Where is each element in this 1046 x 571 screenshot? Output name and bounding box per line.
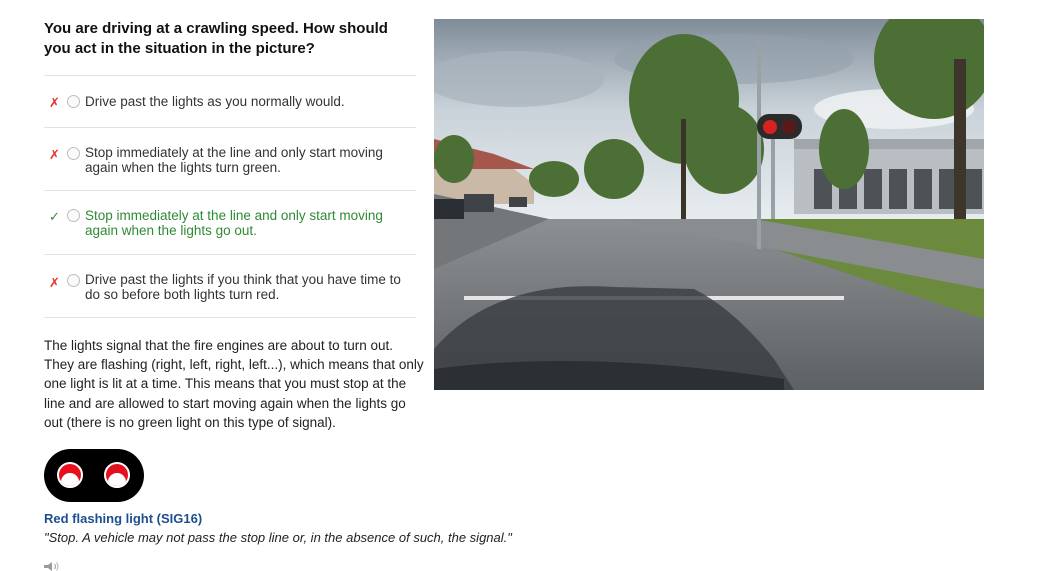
signal-lamp-right [104, 462, 130, 488]
cross-icon: ✗ [49, 275, 60, 290]
answer-option-1[interactable]: ✗ Drive past the lights as you normally … [44, 75, 416, 127]
answer-option-text: Drive past the lights if you think that … [85, 272, 401, 302]
speaker-icon[interactable] [44, 562, 62, 571]
answer-option-text: Drive past the lights as you normally wo… [85, 94, 345, 109]
answer-option-4[interactable]: ✗ Drive past the lights if you think tha… [44, 254, 416, 318]
question-text: You are driving at a crawling speed. How… [44, 20, 388, 57]
cross-icon: ✗ [49, 95, 60, 110]
answer-option-text: Stop immediately at the line and only st… [85, 145, 383, 175]
explanation-text: The lights signal that the fire engines … [44, 338, 424, 430]
road-scene-photo [434, 19, 984, 390]
radio-button[interactable] [67, 147, 80, 160]
radio-button[interactable] [67, 209, 80, 222]
signal-title: Red flashing light (SIG16) [44, 511, 203, 526]
answer-option-3[interactable]: ✓ Stop immediately at the line and only … [44, 190, 416, 254]
signal-lamp-left [57, 462, 83, 488]
answer-option-2[interactable]: ✗ Stop immediately at the line and only … [44, 127, 416, 190]
radio-button[interactable] [67, 95, 80, 108]
signal-description: "Stop. A vehicle may not pass the stop l… [44, 530, 512, 545]
answer-option-text: Stop immediately at the line and only st… [85, 208, 383, 238]
answer-options: ✗ Drive past the lights as you normally … [44, 75, 416, 318]
radio-button[interactable] [67, 274, 80, 287]
cross-icon: ✗ [49, 147, 60, 162]
check-icon: ✓ [49, 209, 60, 224]
red-flashing-signal-icon [44, 449, 144, 502]
